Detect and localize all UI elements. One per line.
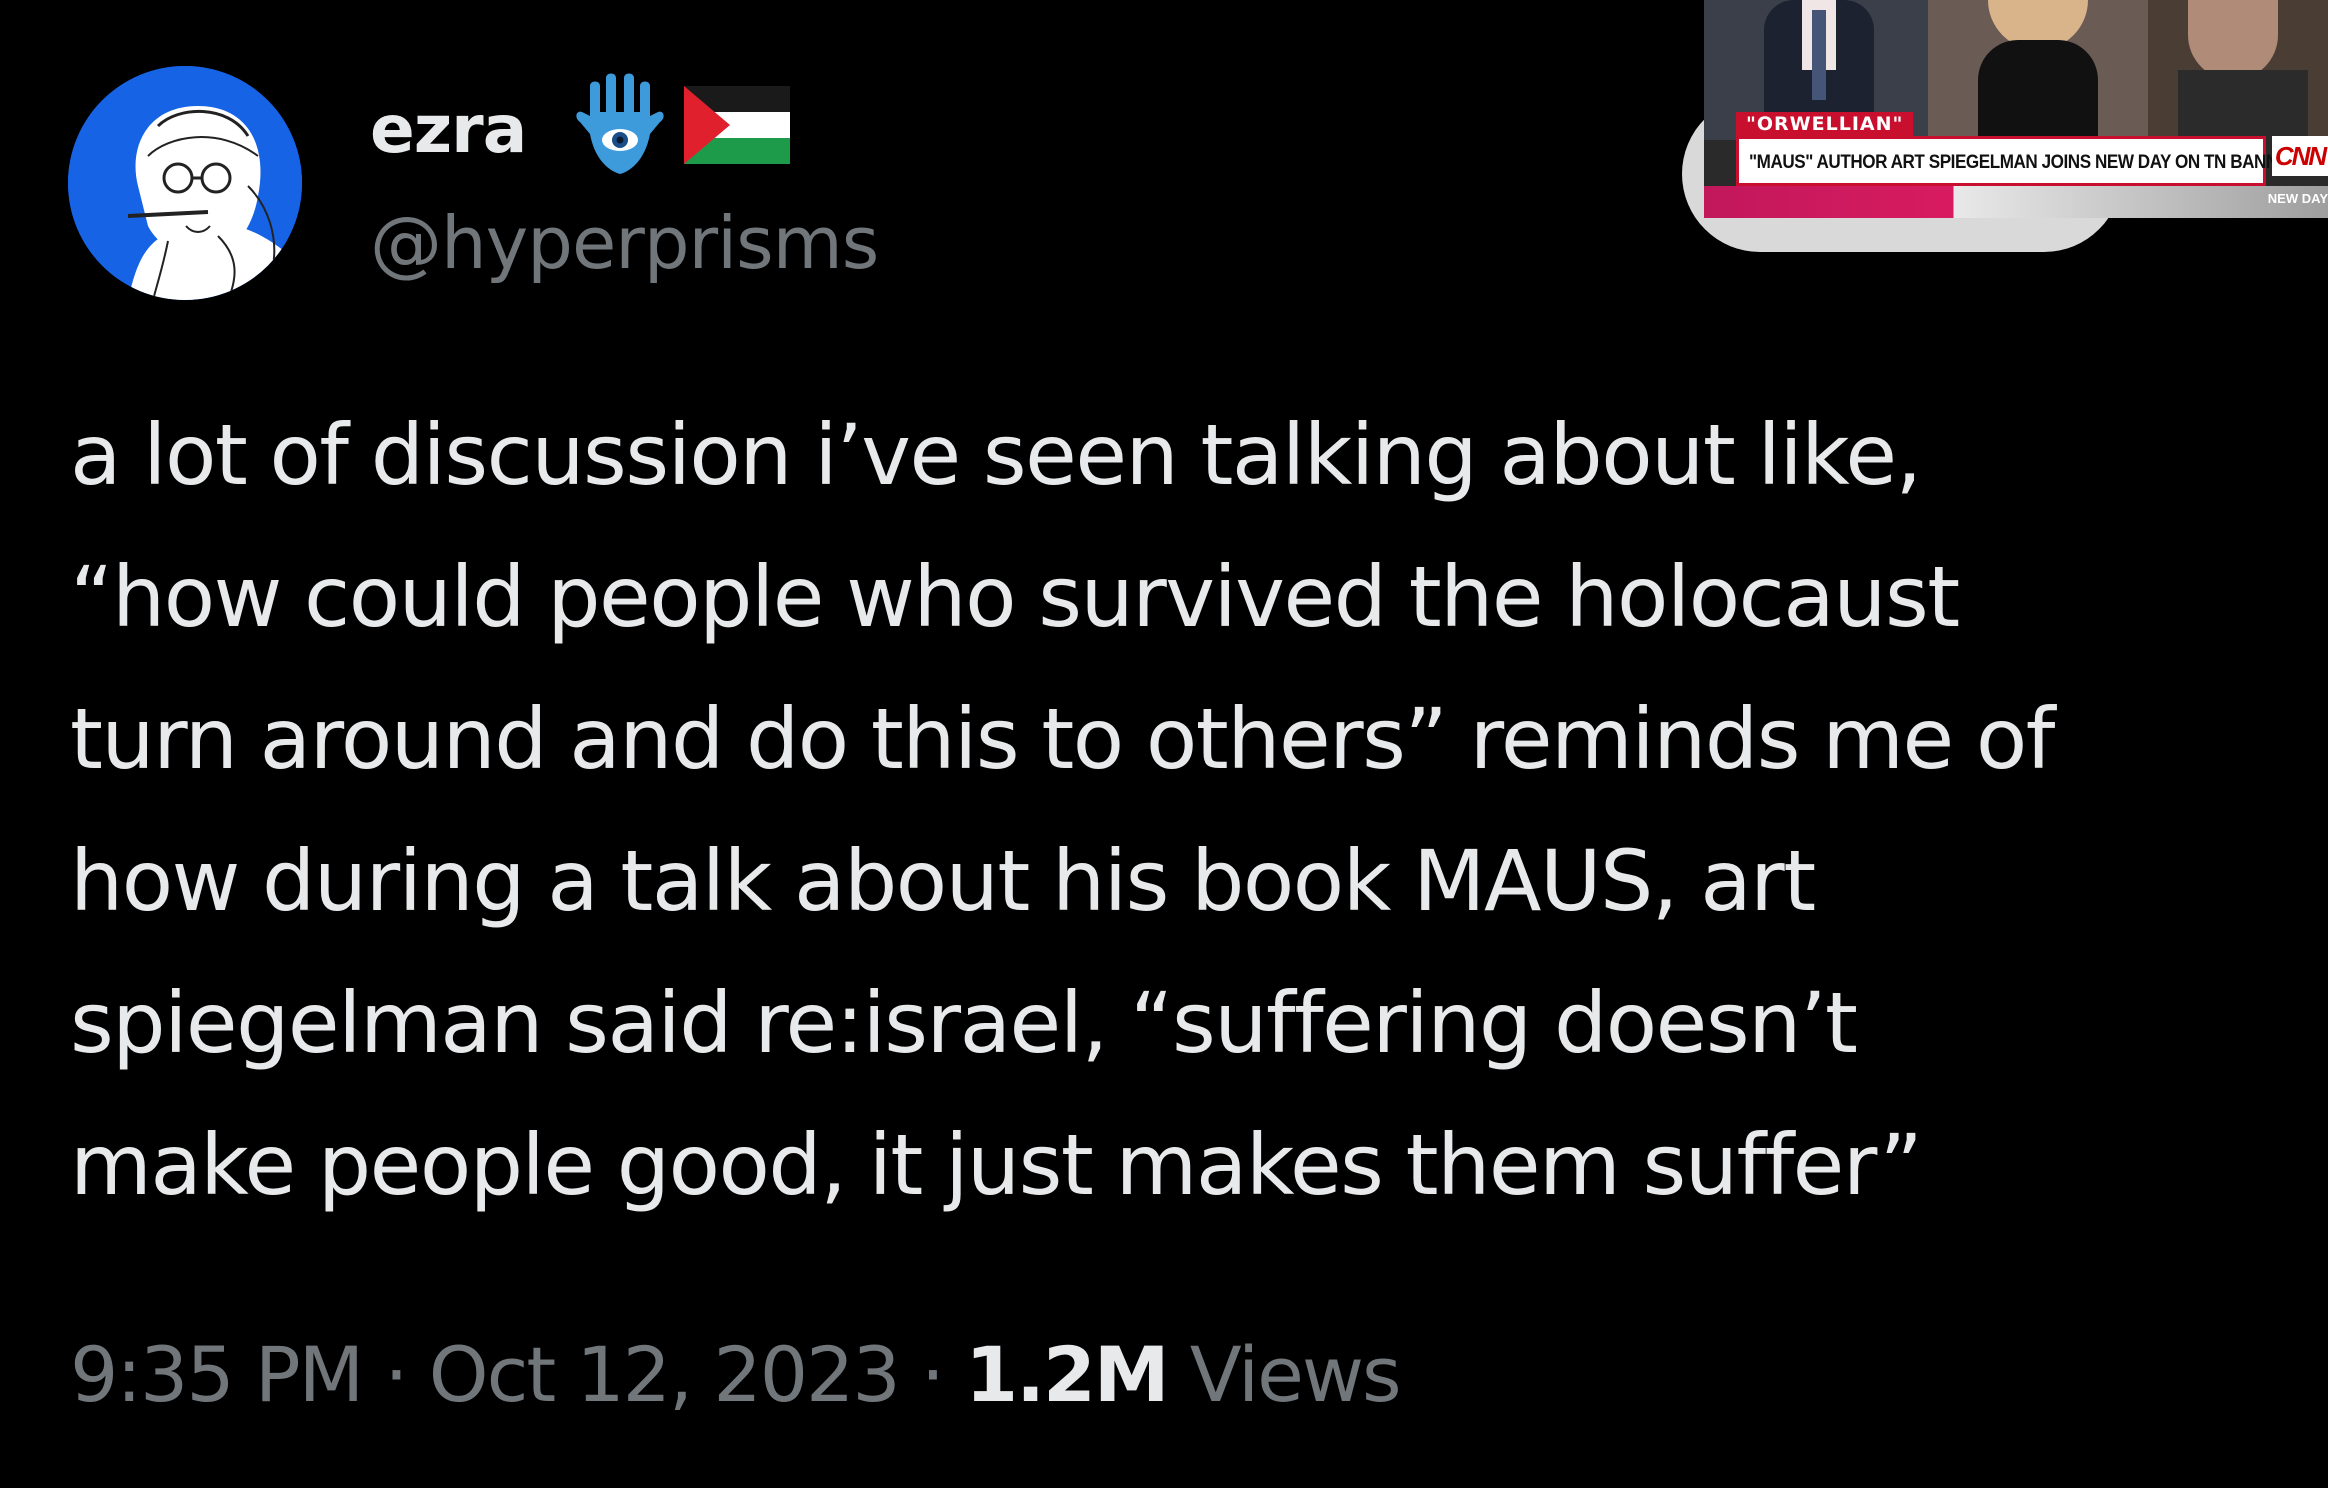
tweet-date[interactable]: Oct 12, 2023 (429, 1330, 901, 1419)
tweet-text-line: make people good, it just makes them suf… (70, 1116, 1923, 1214)
tweet-text-line: a lot of discussion i’ve seen talking ab… (70, 406, 1922, 504)
tweet-text: a lot of discussion i’ve seen talking ab… (70, 384, 2310, 1236)
views-count[interactable]: 1.2M (965, 1330, 1169, 1419)
avatar-sketch-image (68, 66, 302, 300)
tweet-text-line: how during a talk about his book MAUS, a… (70, 832, 1816, 930)
tweet-text-line: spiegelman said re:israel, “suffering do… (70, 974, 1858, 1072)
views-label: Views (1189, 1330, 1402, 1419)
meta-separator: · (920, 1330, 945, 1419)
tweet-meta: 9:35 PM · Oct 12, 2023 · 1.2M Views (70, 1330, 1402, 1420)
tweet-text-line: turn around and do this to others” remin… (70, 690, 2055, 788)
avatar[interactable] (68, 66, 302, 300)
palestine-flag-icon (684, 86, 790, 164)
tweet-text-line: “how could people who survived the holoc… (70, 548, 1960, 646)
cnn-logo: CNN (2272, 136, 2328, 176)
news-inset-image: "ORWELLIAN" "MAUS" AUTHOR ART SPIEGELMAN… (1704, 0, 2328, 218)
display-name[interactable]: ezra (370, 90, 527, 170)
hamsa-icon (576, 73, 664, 174)
tweet-time[interactable]: 9:35 PM (70, 1330, 364, 1419)
guest-panel (2148, 0, 2328, 140)
user-handle[interactable]: @hyperprisms (370, 200, 879, 286)
host-panel (1928, 0, 2148, 140)
inset-bottom-bar (1704, 186, 2328, 218)
lower-third-headline: "MAUS" AUTHOR ART SPIEGELMAN JOINS NEW D… (1749, 152, 2328, 173)
lower-third-tag: "ORWELLIAN" (1736, 112, 1914, 136)
show-name: NEW DAY (2267, 191, 2328, 206)
lower-third-banner: "MAUS" AUTHOR ART SPIEGELMAN JOINS NEW D… (1736, 136, 2328, 186)
meta-separator: · (384, 1330, 408, 1419)
